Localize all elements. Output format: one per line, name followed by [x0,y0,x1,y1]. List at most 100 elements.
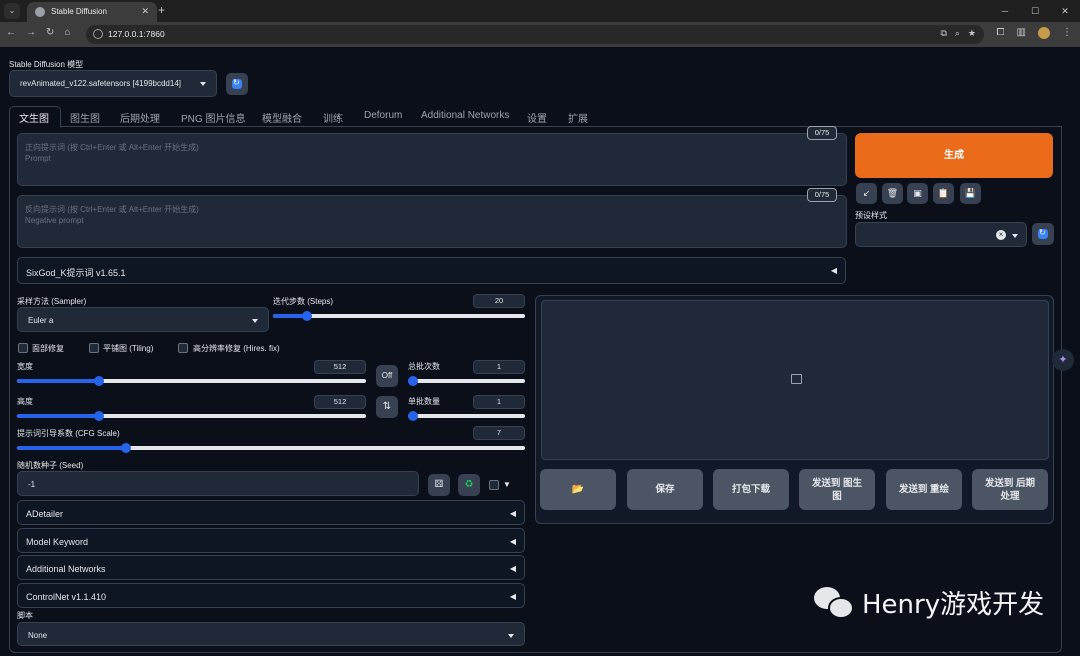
refresh-presets-button[interactable]: ↻ [1032,223,1054,245]
new-tab-button[interactable]: + [158,3,165,17]
chevron-down-icon [252,319,258,323]
batch-size-slider[interactable] [408,411,525,421]
clear-icon[interactable]: × [996,230,1006,240]
width-input[interactable]: 512 [314,360,366,374]
face-restore-checkbox[interactable] [18,343,28,353]
extra-networks-icon[interactable]: ▣ [907,183,928,204]
send-to-inpaint-button[interactable]: 发送到 重绘 [886,469,962,510]
adetailer-label: ADetailer [26,509,64,519]
home-icon[interactable]: ⌂ [64,27,70,38]
open-folder-icon[interactable]: 📂 [540,469,616,510]
controlnet-accordion[interactable]: ControlNet v1.1.410 ◀ [17,583,525,608]
trash-icon[interactable]: 🗑 [882,183,903,204]
minimize-icon[interactable]: ─ [990,0,1020,22]
height-input[interactable]: 512 [314,395,366,409]
hires-fix-label: 高分辨率修复 (Hires. fix) [193,344,280,353]
tab-img2img[interactable]: 图生图 [70,110,100,125]
clipboard-icon[interactable]: 📋 [933,183,954,204]
tab-search-icon[interactable]: ⌄ [4,3,20,19]
tiling-checkbox[interactable] [89,343,99,353]
bookmark-star-icon[interactable]: ★ [968,28,976,39]
browser-tab[interactable]: Stable Diffusion ✕ [27,2,157,22]
model-label: Stable Diffusion 模型 [9,60,84,69]
height-slider-handle[interactable] [94,411,104,421]
aspect-lock-button[interactable]: Off [376,365,398,387]
sampler-select[interactable]: Euler a [17,307,269,332]
tab-png-info[interactable]: PNG 图片信息 [181,110,245,125]
negative-prompt-input[interactable]: 反向提示词 (按 Ctrl+Enter 或 Alt+Enter 开始生成) Ne… [17,195,847,248]
sparkle-icon[interactable]: ✦ [1052,349,1074,371]
generate-button[interactable]: 生成 [855,133,1053,178]
tab-txt2img[interactable]: 文生图 [19,110,49,125]
model-keyword-label: Model Keyword [26,537,89,547]
extra-seed-toggle-icon[interactable]: ▼ [503,480,511,489]
swap-dimensions-icon[interactable]: ⇅ [376,396,398,418]
tab-settings[interactable]: 设置 [527,110,547,125]
script-label: 脚本 [17,611,33,620]
steps-slider[interactable] [273,311,525,321]
tab-deforum[interactable]: Deforum [364,110,402,121]
reuse-seed-recycle-icon[interactable]: ♻ [458,474,480,496]
menu-kebab-icon[interactable]: ⋮ [1062,27,1072,39]
model-keyword-accordion[interactable]: Model Keyword ◀ [17,528,525,553]
script-select[interactable]: None [17,622,525,646]
prompt-placeholder: 正向提示词 (按 Ctrl+Enter 或 Alt+Enter 开始生成) [25,143,199,152]
cfg-slider[interactable] [17,443,525,453]
extra-seed-checkbox[interactable] [489,480,499,490]
preset-select[interactable]: × [855,222,1027,247]
tab-extras[interactable]: 后期处理 [120,110,160,125]
seed-input[interactable]: -1 [17,471,419,496]
random-seed-dice-icon[interactable]: ⚄ [428,474,450,496]
reload-icon[interactable]: ↻ [46,27,54,38]
webui-app: Stable Diffusion 模型 revAnimated_v122.saf… [0,47,1080,656]
tab-merge[interactable]: 模型融合 [262,110,302,125]
adetailer-accordion[interactable]: ADetailer ◀ [17,500,525,525]
batch-size-slider-handle[interactable] [408,411,418,421]
profile-avatar[interactable] [1038,27,1050,39]
forward-icon[interactable]: → [26,27,36,38]
batch-count-slider[interactable] [408,376,525,386]
sampler-label: 采样方法 (Sampler) [17,297,87,306]
additional-networks-accordion[interactable]: Additional Networks ◀ [17,555,525,580]
refresh-models-button[interactable]: ↻ [226,73,248,95]
steps-input[interactable]: 20 [473,294,525,308]
cfg-slider-fill [17,446,126,450]
caret-left-icon: ◀ [509,537,516,546]
width-label: 宽度 [17,362,33,371]
read-params-icon[interactable]: ↙ [856,183,877,204]
save-style-icon[interactable]: 💾 [960,183,981,204]
batch-size-input[interactable]: 1 [473,395,525,409]
sixgod-accordion[interactable]: SixGod_K提示词 v1.65.1 ◀ [17,257,846,284]
hires-fix-checkbox[interactable] [178,343,188,353]
batch-count-slider-handle[interactable] [408,376,418,386]
url-field[interactable]: 127.0.0.1:7860 ⧉ ⌕ ★ [86,25,984,44]
cfg-input[interactable]: 7 [473,426,525,440]
site-info-icon[interactable] [93,29,103,39]
prompt-input[interactable]: 正向提示词 (按 Ctrl+Enter 或 Alt+Enter 开始生成) Pr… [17,133,847,186]
close-tab-icon[interactable]: ✕ [141,6,149,17]
batch-count-input[interactable]: 1 [473,360,525,374]
width-slider-handle[interactable] [94,376,104,386]
cfg-slider-handle[interactable] [121,443,131,453]
width-slider[interactable] [17,376,366,386]
prompt-placeholder-en: Prompt [25,154,51,163]
height-slider[interactable] [17,411,366,421]
negative-prompt-placeholder-en: Negative prompt [25,216,84,225]
maximize-icon[interactable]: ☐ [1020,0,1050,22]
sidepanel-icon[interactable]: ▥ [1017,27,1026,39]
steps-slider-handle[interactable] [302,311,312,321]
save-button[interactable]: 保存 [627,469,703,510]
send-to-extras-button[interactable]: 发送到 后期处理 [972,469,1048,510]
translate-icon[interactable]: ⧉ [940,28,946,39]
tab-extensions[interactable]: 扩展 [568,110,588,125]
tab-train[interactable]: 训练 [323,110,343,125]
zip-download-button[interactable]: 打包下载 [713,469,789,510]
send-to-img2img-button[interactable]: 发送到 图生图 [799,469,875,510]
back-icon[interactable]: ← [6,27,16,38]
extensions-icon[interactable]: ⧠ [997,27,1005,39]
model-select[interactable]: revAnimated_v122.safetensors [4199bcdd14… [9,70,217,97]
tab-additional-networks[interactable]: Additional Networks [421,110,509,121]
script-value: None [28,631,48,640]
window-close-icon[interactable]: ✕ [1050,0,1080,22]
zoom-icon[interactable]: ⌕ [955,28,960,39]
